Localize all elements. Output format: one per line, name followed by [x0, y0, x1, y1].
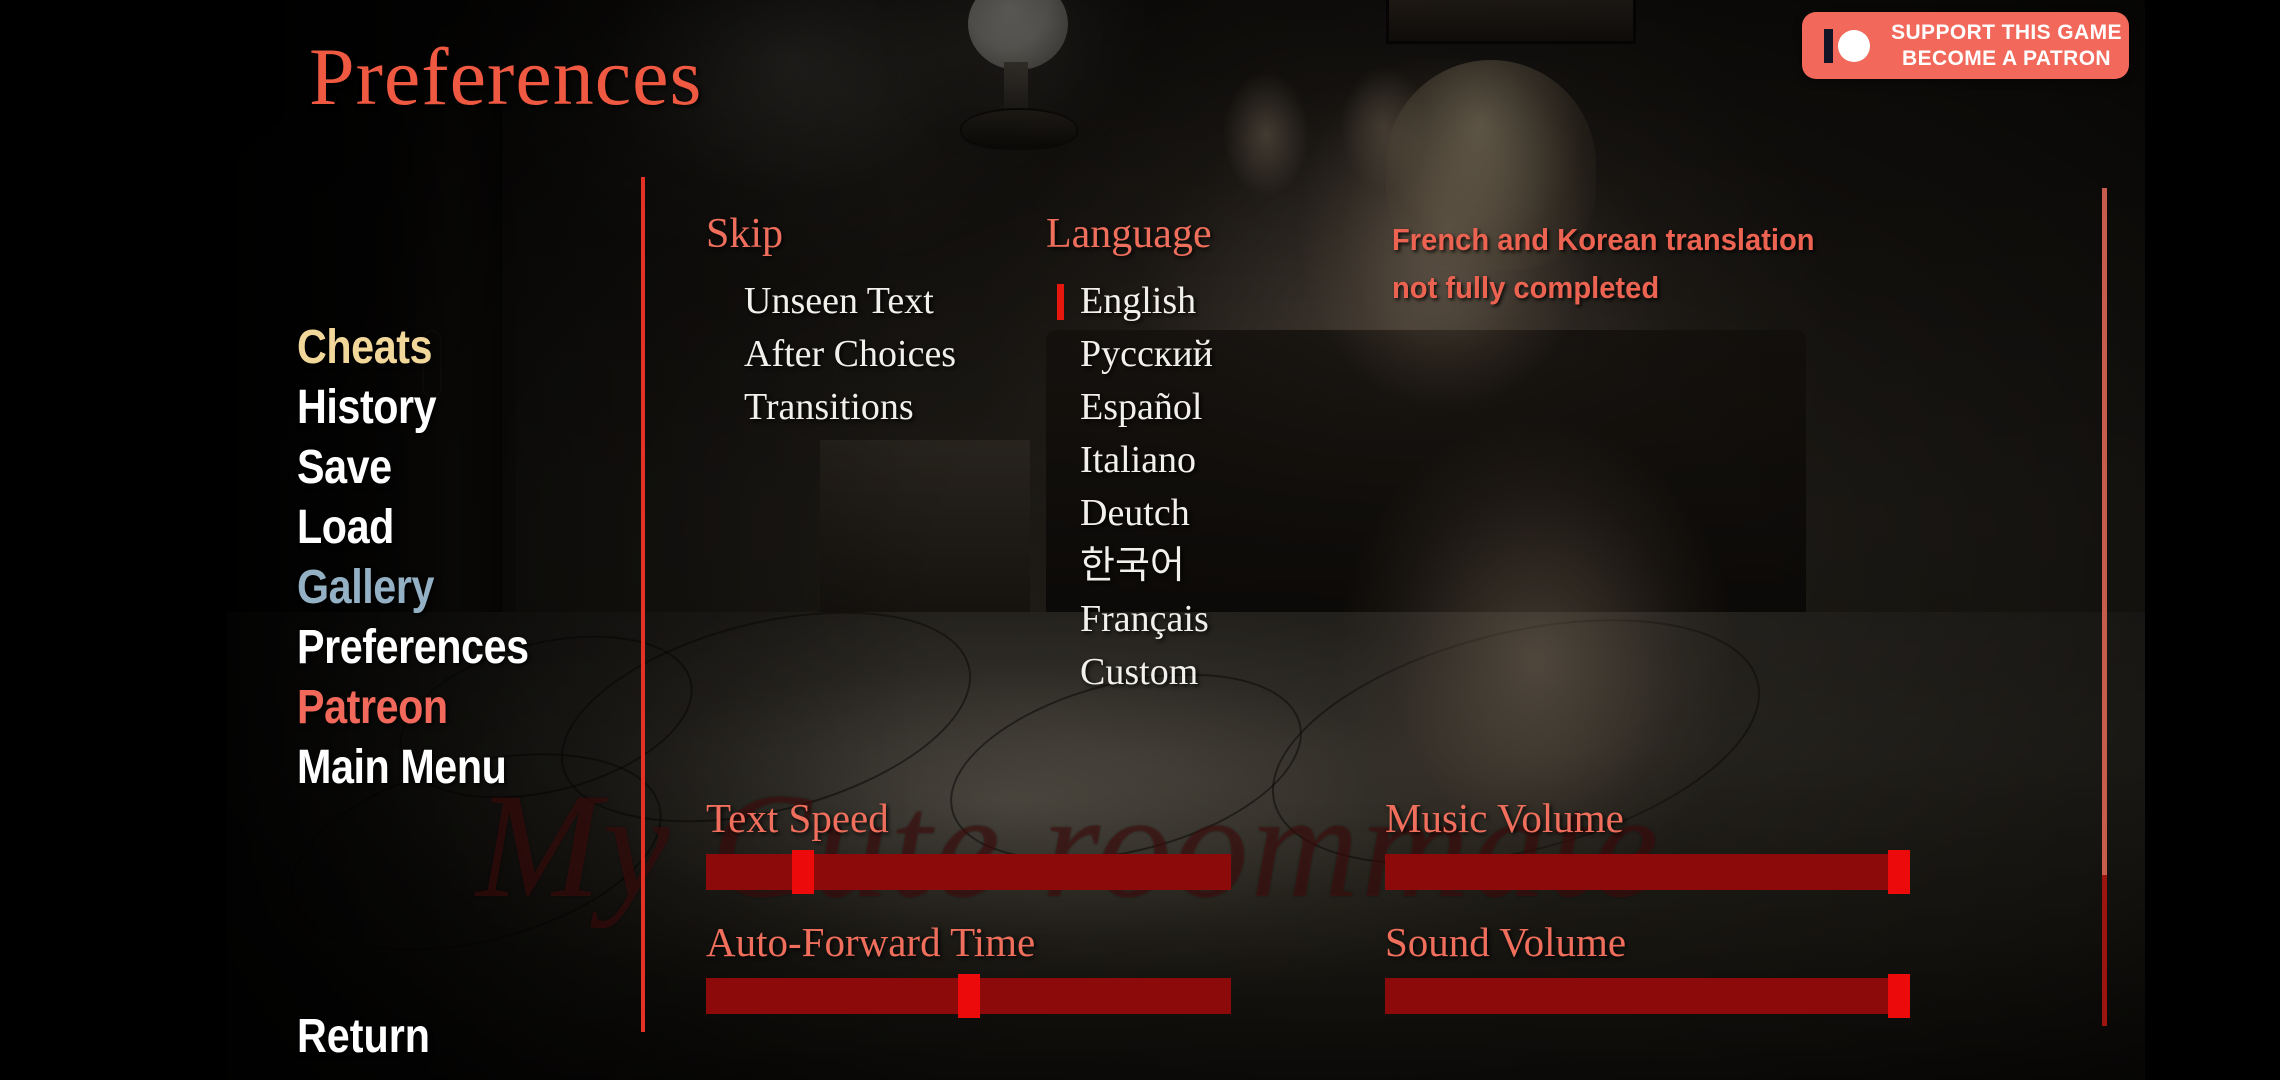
slider-thumb-music-volume[interactable] — [1888, 850, 1910, 894]
language-option-custom[interactable]: Custom — [1080, 646, 1213, 699]
support-game-button[interactable]: SUPPORT THIS GAME BECOME A PATRON — [1802, 12, 2129, 79]
sidebar-item-preferences[interactable]: Preferences — [297, 618, 529, 678]
slider-label-auto-forward-time: Auto-Forward Time — [706, 919, 1036, 965]
slider-track-sound-volume[interactable] — [1385, 974, 1910, 1018]
slider-track-auto-forward-time[interactable] — [706, 974, 1231, 1018]
slider-auto-forward-time: Auto-Forward Time — [706, 918, 1231, 1018]
slider-music-volume: Music Volume — [1385, 794, 1910, 894]
sidebar-item-main-menu[interactable]: Main Menu — [297, 738, 529, 798]
sidebar-item-cheats[interactable]: Cheats — [297, 318, 529, 378]
patreon-logo-icon — [1824, 28, 1874, 63]
language-option-french[interactable]: Français — [1080, 593, 1213, 646]
language-option-russian[interactable]: Русский — [1080, 328, 1213, 381]
language-option-english[interactable]: English — [1057, 275, 1213, 328]
slider-track-music-volume[interactable] — [1385, 850, 1910, 894]
preferences-menu: Preferences SUPPORT THIS GAME BECOME A P… — [0, 0, 2280, 1080]
patreon-button-text: SUPPORT THIS GAME BECOME A PATRON — [1884, 20, 2129, 72]
language-section-header: Language — [1046, 211, 1212, 257]
slider-text-speed: Text Speed — [706, 794, 1231, 894]
page-title: Preferences — [309, 31, 703, 122]
skip-option-after-choices[interactable]: After Choices — [744, 328, 956, 381]
skip-option-unseen-text[interactable]: Unseen Text — [744, 275, 956, 328]
game-screen: My Cute roommate Preferences SUPPORT THI… — [0, 0, 2280, 1080]
slider-label-sound-volume: Sound Volume — [1385, 919, 1627, 965]
skip-options-list: Unseen Text After Choices Transitions — [744, 275, 956, 434]
navigation-sidebar: Cheats History Save Load Gallery Prefere… — [297, 318, 566, 798]
slider-thumb-text-speed[interactable] — [792, 850, 814, 894]
sidebar-item-history[interactable]: History — [297, 378, 529, 438]
skip-section-header: Skip — [706, 211, 784, 257]
language-option-korean[interactable]: 한국어 — [1080, 540, 1213, 593]
slider-thumb-sound-volume[interactable] — [1888, 974, 1910, 1018]
patreon-line-1: SUPPORT THIS GAME — [1891, 20, 2122, 44]
sidebar-item-load[interactable]: Load — [297, 498, 529, 558]
language-option-italian[interactable]: Italiano — [1080, 434, 1213, 487]
sidebar-item-patreon[interactable]: Patreon — [297, 678, 529, 738]
divider-right — [2102, 188, 2107, 1026]
slider-label-text-speed: Text Speed — [706, 795, 889, 841]
sidebar-item-save[interactable]: Save — [297, 438, 529, 498]
patreon-line-2: BECOME A PATRON — [1902, 46, 2111, 70]
skip-option-transitions[interactable]: Transitions — [744, 381, 956, 434]
translation-note: French and Korean translation not fully … — [1392, 222, 1815, 305]
divider-left — [641, 177, 645, 1032]
language-option-spanish[interactable]: Español — [1080, 381, 1213, 434]
sidebar-item-gallery[interactable]: Gallery — [297, 558, 529, 618]
slider-sound-volume: Sound Volume — [1385, 918, 1910, 1018]
slider-thumb-auto-forward-time[interactable] — [958, 974, 980, 1018]
slider-label-music-volume: Music Volume — [1385, 795, 1624, 841]
language-options-list: English Русский Español Italiano Deutch … — [1057, 275, 1213, 699]
return-button[interactable]: Return — [297, 1008, 430, 1066]
slider-track-text-speed[interactable] — [706, 850, 1231, 894]
language-option-german[interactable]: Deutch — [1080, 487, 1213, 540]
